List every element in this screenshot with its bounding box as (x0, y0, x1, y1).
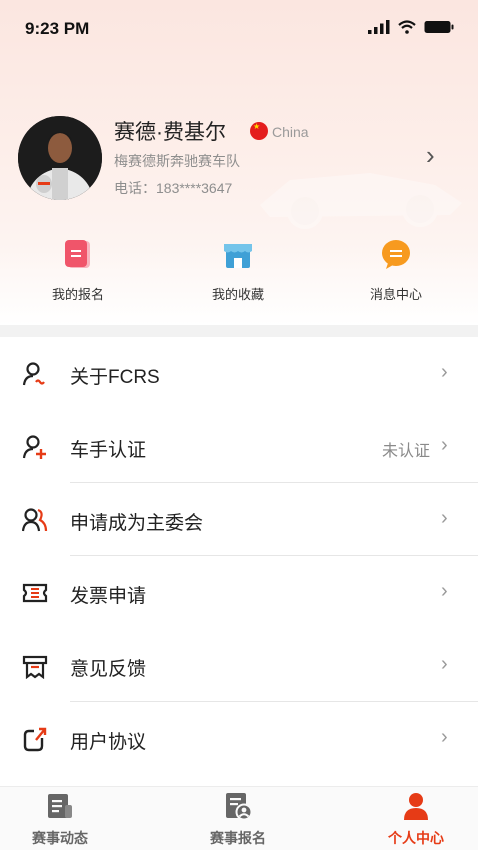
profile-card[interactable]: 赛德·费基尔 ★ China 梅赛德斯奔驰赛车队 电话：183****3647 … (0, 110, 478, 210)
quick-label: 我的收藏 (211, 287, 264, 302)
tab-personal-center[interactable]: 个人中心 (356, 791, 476, 848)
tab-event-news[interactable]: 赛事动态 (0, 791, 120, 848)
profile-country: China (272, 124, 309, 140)
avatar[interactable] (18, 116, 102, 200)
menu-label: 意见反馈 (70, 659, 147, 680)
chevron-right-icon: › (441, 580, 448, 602)
quick-label: 消息中心 (369, 287, 422, 302)
quick-label: 我的报名 (51, 287, 104, 302)
menu-label: 车手认证 (70, 440, 147, 461)
quick-actions: 我的报名 我的收藏 消息中心 (0, 238, 478, 308)
tab-label: 赛事报名 (210, 830, 266, 846)
menu-label: 发票申请 (70, 586, 147, 607)
section-divider (0, 325, 478, 337)
quick-my-registration[interactable]: 我的报名 (18, 238, 138, 303)
menu-item-driver-certification[interactable]: 车手认证 未认证 › (0, 410, 478, 483)
chevron-right-icon: › (441, 726, 448, 748)
settings-menu: 关于FCRS › 车手认证 未认证 › 申请成为主委会 › 发票申请 › 意见反… (0, 337, 478, 775)
quick-my-favorites[interactable]: 我的收藏 (178, 238, 298, 303)
certification-status: 未认证 (381, 443, 430, 460)
tab-label: 个人中心 (388, 830, 444, 846)
chevron-right-icon: › (441, 361, 448, 383)
news-icon (45, 791, 75, 821)
user-about-icon (22, 362, 45, 386)
profile-team: 梅赛德斯奔驰赛车队 (114, 153, 240, 169)
tab-label: 赛事动态 (32, 830, 88, 846)
chevron-right-icon: › (441, 653, 448, 675)
feedback-icon (22, 655, 48, 679)
message-icon (380, 238, 412, 270)
signal-icon (368, 20, 390, 34)
menu-item-committee-application[interactable]: 申请成为主委会 › (0, 483, 478, 556)
bottom-tab-bar: 赛事动态 赛事报名 个人中心 (0, 786, 478, 850)
menu-label: 申请成为主委会 (70, 513, 204, 534)
profile-phone: 电话：183****3647 (114, 180, 233, 196)
menu-item-invoice[interactable]: 发票申请 › (0, 556, 478, 629)
profile-icon (401, 791, 431, 821)
status-bar: 9:23 PM (0, 0, 478, 58)
menu-item-user-agreement[interactable]: 用户协议 › (0, 702, 478, 775)
menu-item-about[interactable]: 关于FCRS › (0, 337, 478, 410)
agreement-icon (23, 727, 47, 752)
store-icon (222, 238, 254, 270)
chevron-right-icon: › (441, 507, 448, 529)
wifi-icon (398, 20, 416, 34)
china-flag-icon: ★ (250, 122, 268, 140)
committee-icon (22, 508, 48, 532)
menu-label: 用户协议 (70, 732, 147, 753)
quick-message-center[interactable]: 消息中心 (336, 238, 456, 303)
event-registration-icon (223, 791, 253, 821)
menu-label: 关于FCRS (70, 367, 160, 388)
profile-name: 赛德·费基尔 (114, 121, 226, 144)
driver-cert-icon (22, 435, 46, 459)
avatar-image (18, 116, 102, 200)
tab-event-registration[interactable]: 赛事报名 (178, 791, 298, 848)
chevron-right-icon[interactable]: › (426, 140, 435, 171)
chevron-right-icon: › (441, 434, 448, 456)
battery-icon (424, 21, 454, 33)
invoice-icon (22, 583, 48, 603)
status-time: 9:23 PM (25, 19, 90, 38)
registration-icon (62, 238, 94, 270)
menu-item-feedback[interactable]: 意见反馈 › (0, 629, 478, 702)
